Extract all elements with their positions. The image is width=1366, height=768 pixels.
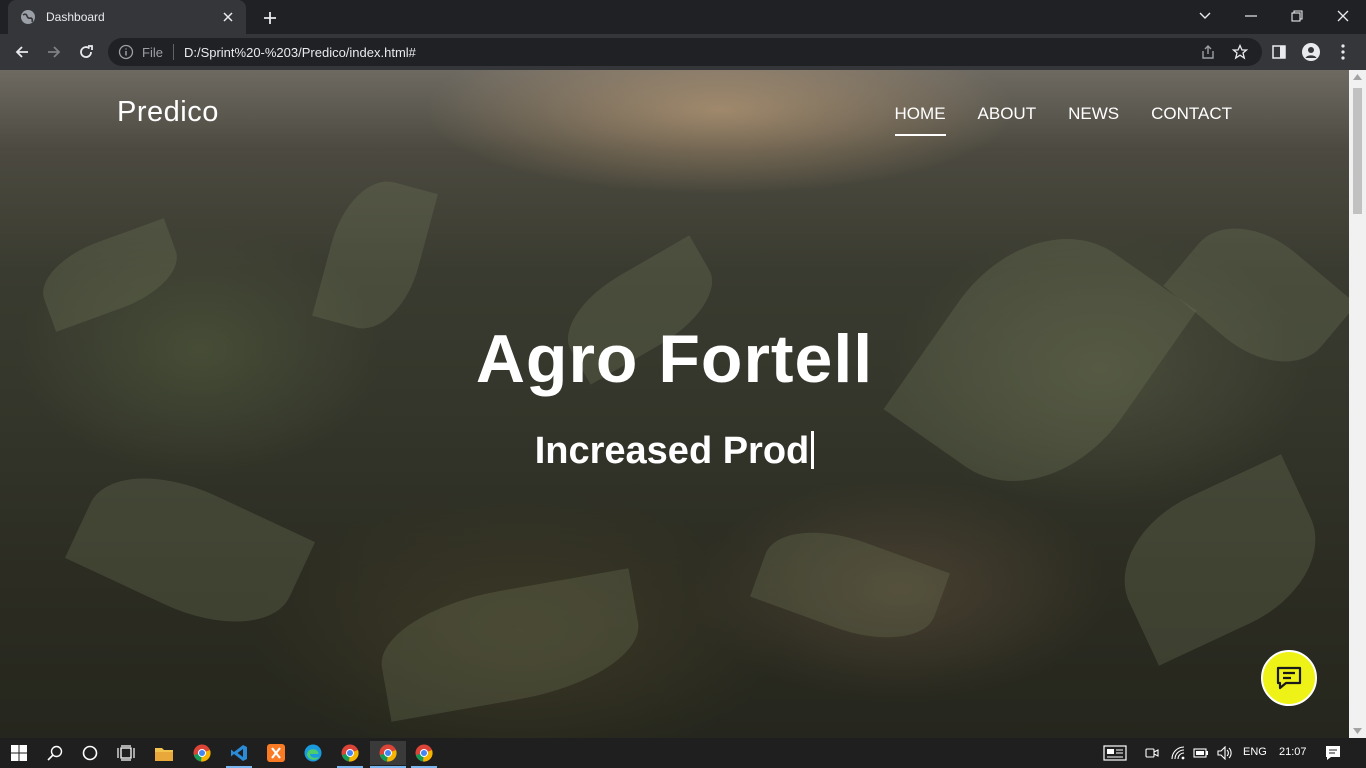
chrome-icon[interactable] [189, 741, 215, 765]
search-icon[interactable] [42, 741, 68, 765]
clock[interactable]: 21:07 [1279, 746, 1307, 758]
windows-taskbar: ENG 21:07 [0, 738, 1366, 768]
xampp-icon[interactable] [263, 741, 289, 765]
info-icon[interactable] [118, 44, 134, 60]
typing-cursor [811, 431, 815, 469]
new-tab-button[interactable] [258, 6, 282, 30]
chrome-icon[interactable] [337, 741, 363, 765]
globe-icon [21, 10, 35, 24]
nav-news[interactable]: NEWS [1068, 104, 1119, 130]
site-logo[interactable]: Predico [117, 96, 219, 129]
chrome-icon[interactable] [411, 741, 437, 765]
menu-icon[interactable] [1329, 38, 1357, 66]
bookmark-star-icon[interactable] [1232, 44, 1248, 60]
close-window-button[interactable] [1320, 0, 1366, 32]
chat-button[interactable] [1261, 650, 1317, 706]
task-view-icon[interactable] [113, 741, 139, 765]
address-separator [172, 44, 174, 60]
page-viewport: Predico HOME ABOUT NEWS CONTACT Agro For… [0, 70, 1349, 738]
file-explorer-icon[interactable] [151, 741, 177, 765]
side-panel-icon[interactable] [1265, 38, 1293, 66]
hero-subtitle: Increased Prod [534, 430, 810, 472]
scroll-down-icon[interactable] [1353, 728, 1362, 734]
page-scrollbar[interactable] [1349, 70, 1366, 738]
address-bar[interactable]: File D:/Sprint%20-%203/Predico/index.htm… [108, 38, 1262, 66]
wifi-icon[interactable] [1168, 741, 1188, 765]
address-scheme: File [142, 44, 163, 60]
close-tab-icon[interactable] [220, 9, 236, 25]
forward-button[interactable] [40, 38, 68, 66]
profile-icon[interactable] [1297, 38, 1325, 66]
tab-search-icon[interactable] [1182, 0, 1228, 32]
restore-button[interactable] [1274, 0, 1320, 32]
minimize-button[interactable] [1228, 0, 1274, 32]
language-indicator[interactable]: ENG [1243, 746, 1267, 758]
vscode-icon[interactable] [226, 741, 252, 765]
nav-about[interactable]: ABOUT [978, 104, 1037, 130]
nav-home[interactable]: HOME [894, 104, 946, 136]
tab-title: Dashboard [46, 10, 105, 24]
battery-icon[interactable] [1191, 741, 1211, 765]
cortana-icon[interactable] [77, 741, 103, 765]
address-url[interactable]: D:/Sprint%20-%203/Predico/index.html# [184, 45, 416, 60]
meet-now-icon[interactable] [1142, 741, 1162, 765]
hero-title: Agro Fortell [475, 321, 874, 397]
chat-icon [1276, 666, 1302, 690]
tab-strip: Dashboard [0, 0, 1366, 34]
browser-tab[interactable]: Dashboard [8, 0, 246, 34]
scrollbar-thumb[interactable] [1353, 88, 1362, 214]
back-button[interactable] [8, 38, 36, 66]
chrome-icon[interactable] [370, 741, 406, 765]
volume-icon[interactable] [1214, 741, 1236, 765]
hero-subtitle-wrapper: Increased Prod [0, 430, 1349, 473]
share-icon[interactable] [1200, 44, 1216, 60]
main-nav: HOME ABOUT NEWS CONTACT [894, 104, 1232, 136]
reload-button[interactable] [72, 38, 100, 66]
notification-icon[interactable] [1320, 741, 1346, 765]
scroll-up-icon[interactable] [1353, 74, 1362, 80]
browser-toolbar: File D:/Sprint%20-%203/Predico/index.htm… [0, 34, 1366, 70]
news-widget-icon[interactable] [1102, 741, 1128, 765]
edge-icon[interactable] [300, 741, 326, 765]
windows-start-icon[interactable] [6, 741, 32, 765]
nav-contact[interactable]: CONTACT [1151, 104, 1232, 130]
